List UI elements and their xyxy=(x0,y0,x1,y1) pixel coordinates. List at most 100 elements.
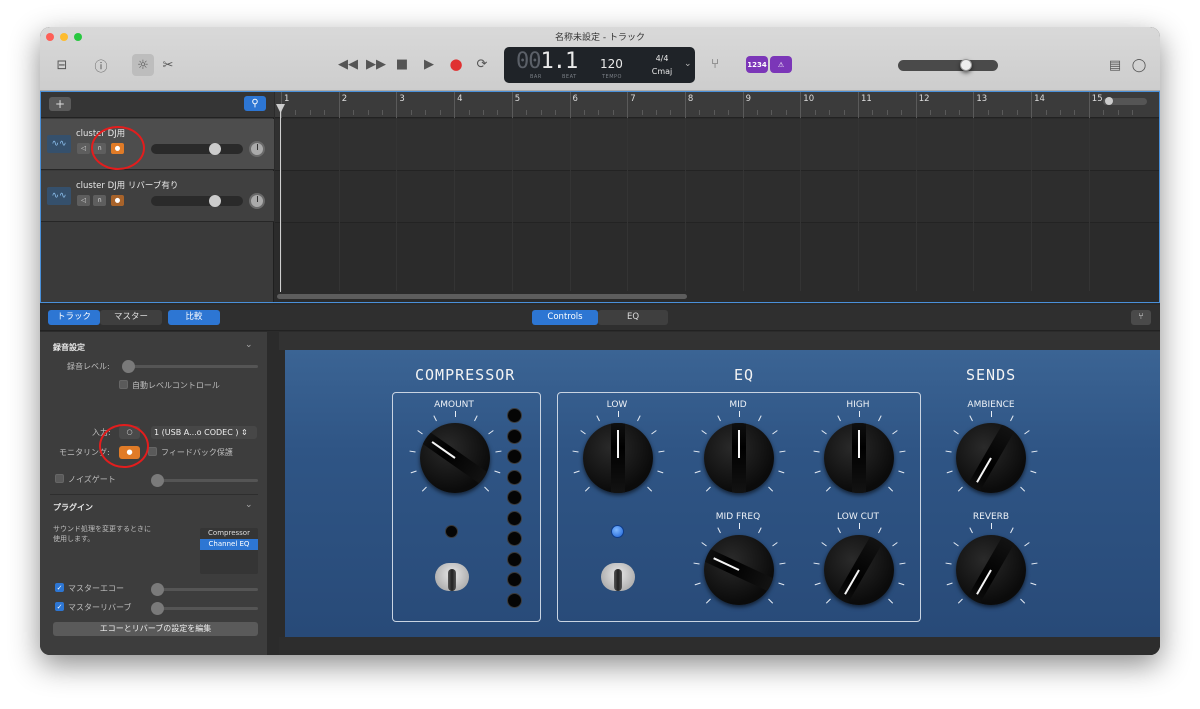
track-volume-slider[interactable] xyxy=(151,143,243,155)
headphones-icon[interactable]: ∩ xyxy=(93,195,106,206)
edit-echo-reverb-button[interactable]: エコーとリバーブの設定を編集 xyxy=(53,622,258,636)
tab-master[interactable]: マスター xyxy=(100,310,162,325)
master-echo-checkbox[interactable]: ✓ xyxy=(55,583,64,592)
smart-controls-icon[interactable]: ☼ xyxy=(132,54,154,76)
ruler-subtick xyxy=(309,110,311,115)
tuner-icon[interactable]: ⑂ xyxy=(706,55,724,73)
track-header[interactable]: ∿∿ cluster DJ用 リバーブ有り ◁ ∩ ● xyxy=(41,171,274,222)
input-select[interactable]: 1 (USB A...o CODEC ) ⇕ xyxy=(151,426,257,439)
track-lane[interactable] xyxy=(275,119,1159,171)
lcd-time-signature: 4/4 xyxy=(655,54,669,63)
grid-line xyxy=(684,118,686,291)
ruler-subtick xyxy=(526,110,528,115)
master-reverb-label: マスターリバーブ xyxy=(68,603,132,612)
reverb-knob[interactable] xyxy=(956,535,1026,605)
noise-gate-checkbox[interactable] xyxy=(55,474,64,483)
pan-knob[interactable] xyxy=(249,141,265,157)
chevron-down-icon[interactable]: ⌄ xyxy=(684,59,692,69)
mid-freq-knob[interactable] xyxy=(704,535,774,605)
ruler-bar-number: 7 xyxy=(630,94,636,104)
ruler-tick xyxy=(858,92,859,118)
ruler-tick xyxy=(742,92,744,118)
recording-settings-header[interactable]: 録音設定 xyxy=(53,342,85,353)
track-name[interactable]: cluster DJ用 リバーブ有り xyxy=(76,179,178,191)
help-icon[interactable]: ⓘ xyxy=(91,55,111,75)
horizontal-scrollbar[interactable] xyxy=(277,294,687,299)
rewind-icon[interactable]: ◀◀ xyxy=(338,55,358,73)
master-volume-slider[interactable] xyxy=(898,59,998,71)
noise-gate-slider[interactable] xyxy=(151,474,258,487)
chevron-down-icon[interactable]: ⌄ xyxy=(245,500,253,510)
record-enable-icon[interactable]: ● xyxy=(111,195,124,206)
timeline[interactable]: 1 2 3 4 5 6 7 8 9 10 11 12 13 14 15 xyxy=(275,92,1159,302)
knob-tick xyxy=(1009,527,1014,534)
master-reverb-slider[interactable] xyxy=(151,602,258,615)
play-icon[interactable]: ▶ xyxy=(420,55,438,73)
ruler-tick xyxy=(973,92,975,118)
record-level-slider[interactable] xyxy=(122,360,258,373)
low-knob[interactable] xyxy=(583,423,653,493)
compare-button[interactable]: 比較 xyxy=(168,310,220,325)
loop-browser-icon[interactable]: ◯ xyxy=(1129,55,1149,75)
track-lane[interactable] xyxy=(275,171,1159,223)
ruler-subtick xyxy=(1045,110,1047,115)
metronome-icon[interactable]: ⚠ xyxy=(770,56,792,73)
mid-knob[interactable] xyxy=(704,423,774,493)
track-volume-slider[interactable] xyxy=(151,195,243,207)
master-reverb-checkbox[interactable]: ✓ xyxy=(55,602,64,611)
knob-tick xyxy=(957,598,963,604)
high-knob[interactable] xyxy=(824,423,894,493)
slider-knob[interactable] xyxy=(209,195,221,207)
smart-tempo-icon[interactable]: ⚲ xyxy=(244,96,266,111)
inspector-icon[interactable]: ⑂ xyxy=(1131,310,1151,325)
cycle-icon[interactable]: ⟳ xyxy=(473,55,491,73)
compressor-toggle-switch[interactable] xyxy=(435,549,469,605)
track-headers: + ⚲ ∿∿ cluster DJ用 ◁ ∩ ● ∿∿ cluster DJ用 … xyxy=(41,92,274,302)
slider-knob[interactable] xyxy=(151,474,164,487)
slider-knob[interactable] xyxy=(122,360,135,373)
slider-knob[interactable] xyxy=(151,583,164,596)
scissors-icon[interactable]: ✂ xyxy=(158,55,178,75)
tab-track[interactable]: トラック xyxy=(48,310,100,325)
mute-icon[interactable]: ◁ xyxy=(77,143,90,154)
ruler[interactable]: 1 2 3 4 5 6 7 8 9 10 11 12 13 14 15 xyxy=(275,92,1159,118)
zoom-slider[interactable] xyxy=(1103,97,1147,105)
ruler-bar-number: 6 xyxy=(572,94,578,104)
track-header[interactable]: ∿∿ cluster DJ用 ◁ ∩ ● xyxy=(41,119,274,170)
low-cut-knob[interactable] xyxy=(824,535,894,605)
count-in-button[interactable]: 1234 xyxy=(746,56,768,73)
slider-knob[interactable] xyxy=(960,59,972,71)
master-echo-slider[interactable] xyxy=(151,583,258,596)
ruler-subtick xyxy=(728,110,730,115)
tab-controls[interactable]: Controls xyxy=(532,310,598,325)
chevron-down-icon[interactable]: ⌄ xyxy=(245,340,253,350)
slider-knob[interactable] xyxy=(209,143,221,155)
amount-knob[interactable] xyxy=(420,423,490,493)
ruler-tick xyxy=(800,92,802,118)
plugin-item[interactable]: Compressor xyxy=(200,528,258,539)
mute-icon[interactable]: ◁ xyxy=(77,195,90,206)
add-track-button[interactable]: + xyxy=(49,97,71,111)
pan-knob[interactable] xyxy=(249,193,265,209)
ruler-subtick xyxy=(958,110,960,115)
tab-eq[interactable]: EQ xyxy=(598,310,668,325)
track-header-toolbar: + ⚲ xyxy=(41,92,274,118)
ambience-knob[interactable] xyxy=(956,423,1026,493)
knob-indicator xyxy=(858,430,860,458)
library-icon[interactable]: ⊟ xyxy=(52,55,72,75)
ruler-subtick xyxy=(656,110,657,115)
lcd-display[interactable]: 001.1 BAR BEAT 120 TEMPO 4/4 Cmaj ⌄ xyxy=(504,47,695,83)
ruler-subtick xyxy=(540,110,542,115)
feedback-protection-checkbox[interactable] xyxy=(148,447,157,456)
plugin-item[interactable]: Channel EQ xyxy=(200,539,258,550)
plugins-header[interactable]: プラグイン xyxy=(53,502,93,513)
forward-icon[interactable]: ▶▶ xyxy=(366,55,386,73)
ruler-bar-number: 14 xyxy=(1034,94,1045,104)
record-icon[interactable]: ● xyxy=(447,55,465,73)
slider-knob[interactable] xyxy=(151,602,164,615)
knob-tick xyxy=(1030,470,1037,473)
eq-toggle-switch[interactable] xyxy=(601,549,635,605)
notepad-icon[interactable]: ▤ xyxy=(1105,55,1125,75)
stop-icon[interactable]: ■ xyxy=(393,55,411,73)
auto-level-checkbox[interactable] xyxy=(119,380,128,389)
